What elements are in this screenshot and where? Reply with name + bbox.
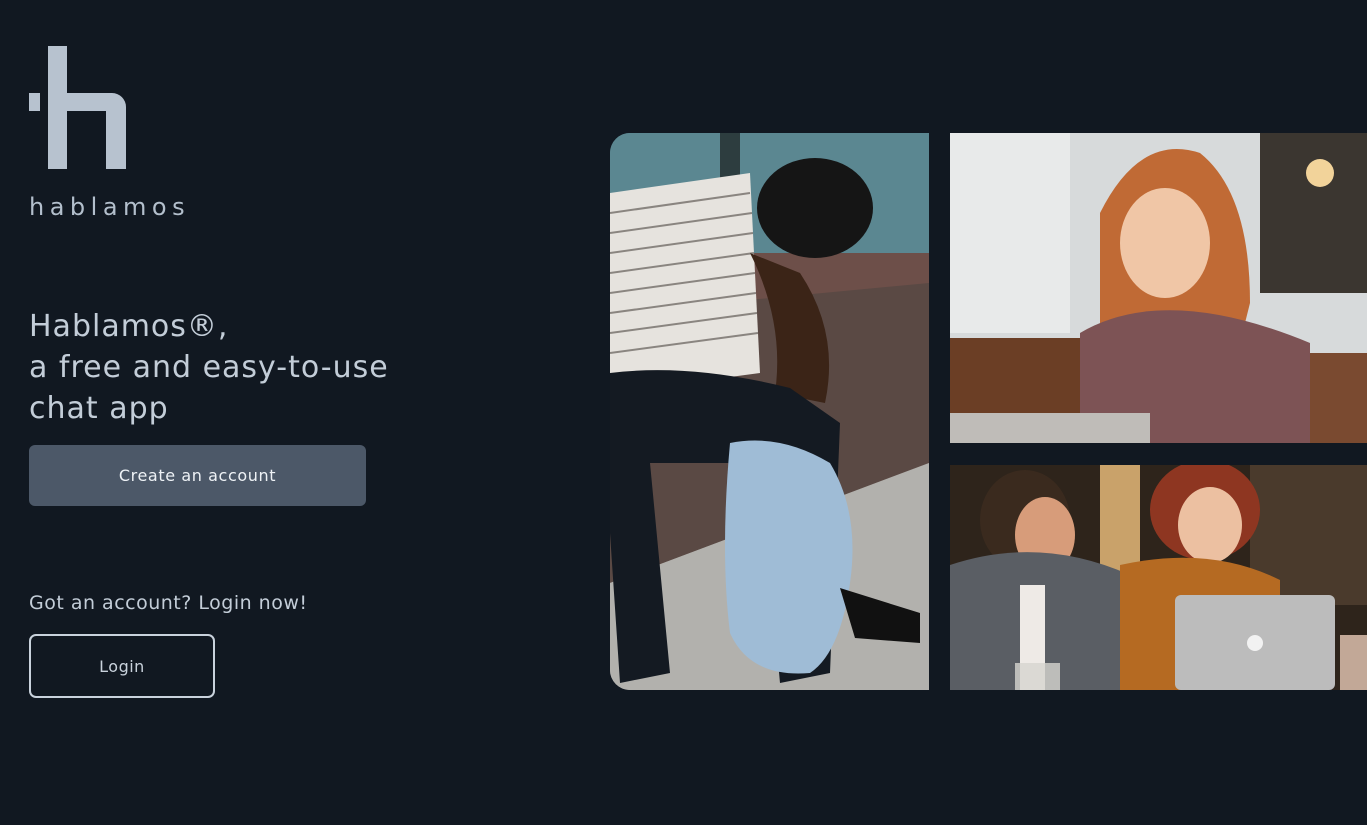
hero-headline: Hablamos®, a free and easy-to-use chat a… (29, 306, 529, 429)
brand-wordmark: hablamos (29, 193, 191, 221)
landing-page: hablamos Hablamos®, a free and easy-to-u… (0, 0, 1367, 825)
login-button[interactable]: Login (29, 634, 215, 698)
photo-friends-with-laptop (950, 465, 1367, 690)
create-account-button[interactable]: Create an account (29, 445, 366, 506)
hablamos-logo-icon (29, 46, 126, 169)
photo-woman-with-laptop (950, 133, 1367, 443)
hero-line-1: Hablamos®, (29, 309, 229, 344)
hero-line-2: a free and easy-to-use (29, 350, 389, 385)
hero-line-3: chat app (29, 391, 169, 426)
login-prompt-text: Got an account? Login now! (29, 592, 308, 614)
photo-man-on-phone (610, 133, 929, 690)
